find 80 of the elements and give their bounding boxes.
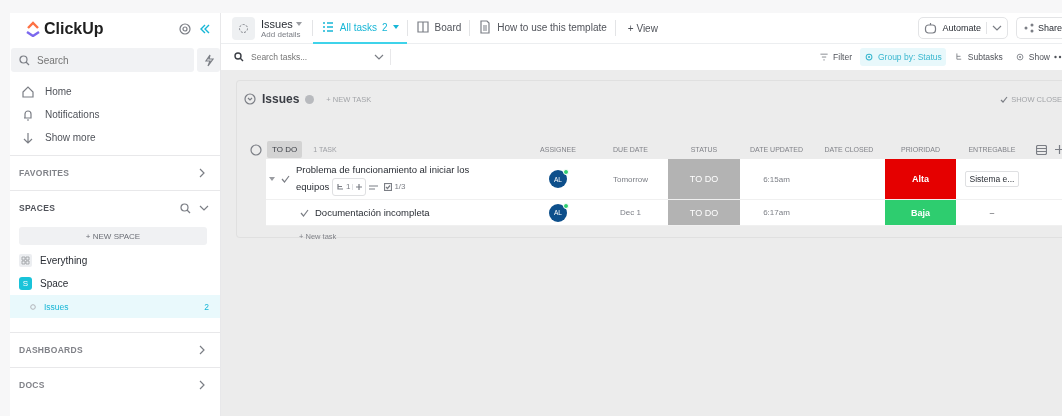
checkbox-icon	[384, 183, 393, 191]
new-space-button[interactable]: + NEW SPACE	[19, 227, 207, 245]
lines-icon	[369, 184, 379, 190]
grid-icon	[19, 254, 32, 267]
collapse-icon[interactable]	[198, 22, 212, 36]
nav-item[interactable]: Notifications	[21, 103, 220, 126]
info-icon	[305, 94, 315, 104]
section-title: FAVORITES	[19, 168, 70, 178]
quick-action-button[interactable]	[197, 48, 220, 72]
toolbar-button[interactable]: Subtasks	[949, 48, 1007, 66]
due-date: Dec 1	[620, 208, 641, 217]
space-avatar: S	[19, 277, 32, 290]
empty-value: –	[989, 208, 995, 217]
dashed-circle-icon	[238, 22, 249, 34]
nav-item[interactable]: Show more	[21, 126, 220, 149]
check-icon[interactable]	[300, 208, 309, 217]
check-icon[interactable]	[281, 175, 290, 183]
toolbar-button[interactable]: Show	[1010, 48, 1054, 66]
view-tab[interactable]: How to use this template	[470, 13, 615, 44]
deliverable-field[interactable]: Sistema e...	[964, 171, 1020, 187]
robot-icon	[924, 22, 938, 34]
chevron-right-icon[interactable]	[198, 168, 206, 178]
caret-icon	[392, 25, 399, 29]
list-title[interactable]: Issues	[261, 17, 293, 30]
table-icon[interactable]	[1036, 144, 1047, 155]
space-item[interactable]: Everything	[10, 249, 220, 272]
priority-cell[interactable]: Alta	[885, 159, 956, 199]
chevron-down-icon	[991, 24, 1002, 32]
list-group-title: Issues	[262, 92, 300, 106]
list-icon	[320, 20, 335, 34]
date-updated: 6:17am	[763, 208, 790, 217]
subtasks-icon	[335, 183, 344, 191]
arrow-down-icon	[21, 130, 35, 145]
bell-icon	[21, 107, 35, 122]
add-details-link[interactable]: Add details	[261, 29, 302, 39]
home-icon	[21, 84, 35, 99]
collapse-circle-icon[interactable]	[244, 93, 256, 105]
search-icon[interactable]	[180, 202, 191, 214]
caret-icon[interactable]	[269, 176, 275, 182]
status-tag: TO DO	[267, 141, 303, 158]
section-title: DASHBOARDS	[19, 345, 83, 355]
subtasks-icon	[953, 52, 964, 62]
logo-text: ClickUp	[44, 20, 104, 38]
view-tab[interactable]: Board	[407, 13, 470, 44]
circle-icon	[30, 303, 36, 310]
filter-icon	[819, 52, 830, 62]
nav-item[interactable]: Home	[21, 80, 220, 103]
document-icon	[478, 20, 493, 34]
search-field[interactable]: Search	[11, 48, 194, 72]
space-item[interactable]: S Space	[10, 272, 220, 295]
search-icon	[234, 52, 244, 62]
add-view-button[interactable]: + View	[615, 22, 670, 34]
search-input[interactable]: Search	[35, 53, 186, 67]
task-name[interactable]: Problema de funcionamiento al iniciar los equipos 1 1/3	[296, 162, 501, 196]
caret-icon[interactable]	[295, 21, 302, 26]
chevron-right-icon[interactable]	[198, 380, 206, 390]
checklist-count: 1/3	[381, 179, 409, 195]
section-title: DOCS	[19, 380, 45, 390]
automate-button[interactable]: Automate	[918, 17, 1008, 39]
date-updated: 6:15am	[763, 174, 790, 184]
plus-icon	[356, 184, 363, 190]
share-button[interactable]: Share	[1015, 17, 1062, 39]
chevron-down-icon[interactable]	[199, 204, 209, 212]
check-icon	[1000, 95, 1009, 103]
more-icon[interactable]	[1054, 55, 1062, 59]
chevron-right-icon[interactable]	[198, 345, 206, 355]
section-title: SPACES	[19, 203, 57, 213]
search-icon	[19, 54, 30, 66]
share-icon	[1023, 23, 1034, 33]
collapse-circle-icon[interactable]	[250, 143, 262, 156]
toolbar-button[interactable]: Filter	[815, 48, 856, 66]
board-icon	[415, 20, 430, 34]
due-date: Tomorrow	[612, 174, 649, 184]
lightning-icon	[203, 53, 214, 67]
subtask-count[interactable]: 1	[331, 178, 367, 196]
logo-icon	[26, 21, 40, 37]
chevron-down-icon	[374, 53, 384, 61]
settings-icon[interactable]	[178, 22, 192, 36]
task-name[interactable]: Documentación incompleta	[315, 204, 430, 221]
plus-icon[interactable]	[1055, 145, 1062, 154]
